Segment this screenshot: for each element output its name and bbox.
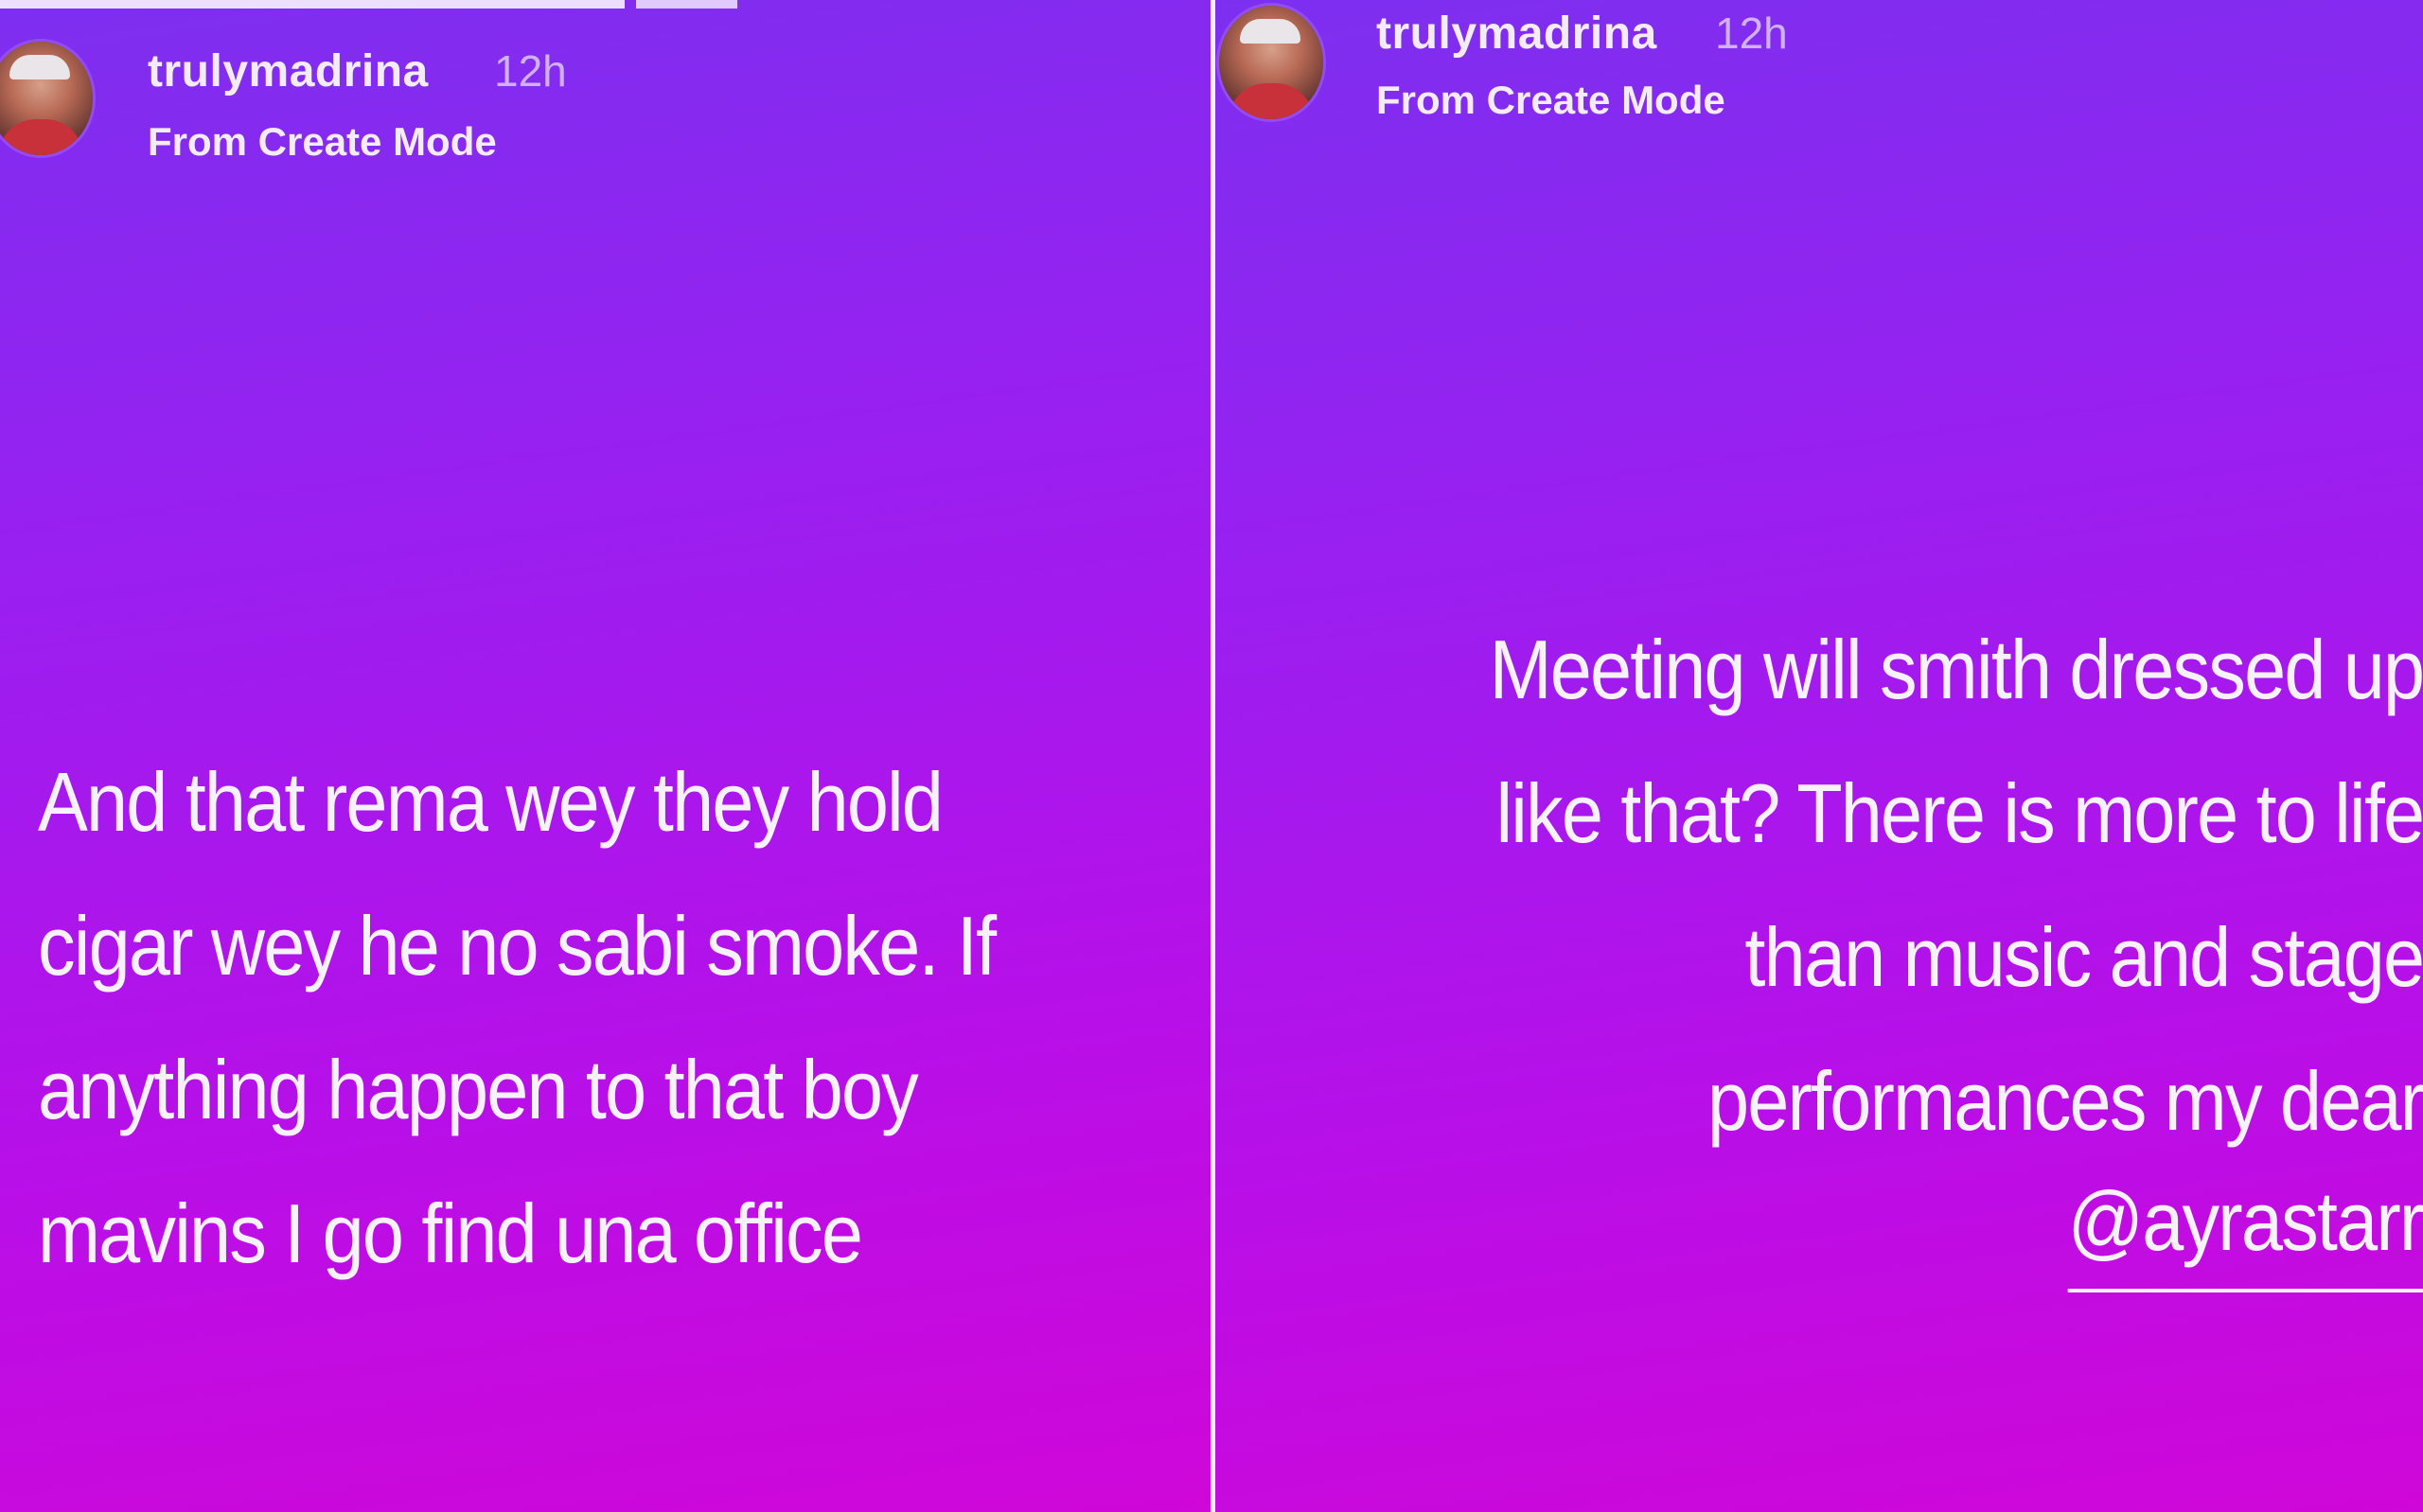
- mention-link[interactable]: @ayrastarr: [2068, 1160, 2423, 1292]
- post-time: 12h: [494, 46, 567, 96]
- story-progress-bar: [0, 0, 1211, 9]
- story-panel-left[interactable]: trulymadrina 12h From Create Mode And th…: [0, 0, 1211, 1512]
- story-text-line: And that rema wey they hold: [38, 755, 944, 849]
- progress-segment-current: [636, 0, 737, 9]
- username[interactable]: trulymadrina: [148, 45, 429, 97]
- avatar[interactable]: [1219, 6, 1323, 119]
- avatar-shirt: [0, 119, 83, 155]
- avatar-shirt: [1229, 83, 1314, 119]
- story-text-line: performances my dear: [1707, 1054, 2423, 1148]
- avatar-cap: [9, 55, 70, 79]
- avatar-cap: [1240, 19, 1300, 44]
- story-text-line: like that? There is more to life: [1495, 766, 2423, 860]
- post-time: 12h: [1715, 9, 1788, 58]
- story-text: Meeting will smith dressed up like that?…: [1489, 598, 2423, 1173]
- avatar[interactable]: [0, 42, 93, 155]
- story-panel-right[interactable]: trulymadrina 12h From Create Mode Meetin…: [1215, 0, 2423, 1512]
- story-text-line: anything happen to that boy: [38, 1043, 919, 1136]
- story-text-line: mavins I go find una office: [38, 1187, 863, 1280]
- story-text-line: cigar wey he no sabi smoke. If: [38, 899, 997, 993]
- story-text-line: Meeting will smith dressed up: [1489, 623, 2423, 716]
- story-source-label: From Create Mode: [148, 119, 497, 164]
- story-text-line: than music and stage: [1744, 910, 2423, 1004]
- progress-segment-viewed: [0, 0, 625, 9]
- username[interactable]: trulymadrina: [1376, 8, 1657, 60]
- story-source-label: From Create Mode: [1376, 78, 1725, 122]
- story-text: And that rema wey they hold cigar wey he…: [38, 730, 997, 1306]
